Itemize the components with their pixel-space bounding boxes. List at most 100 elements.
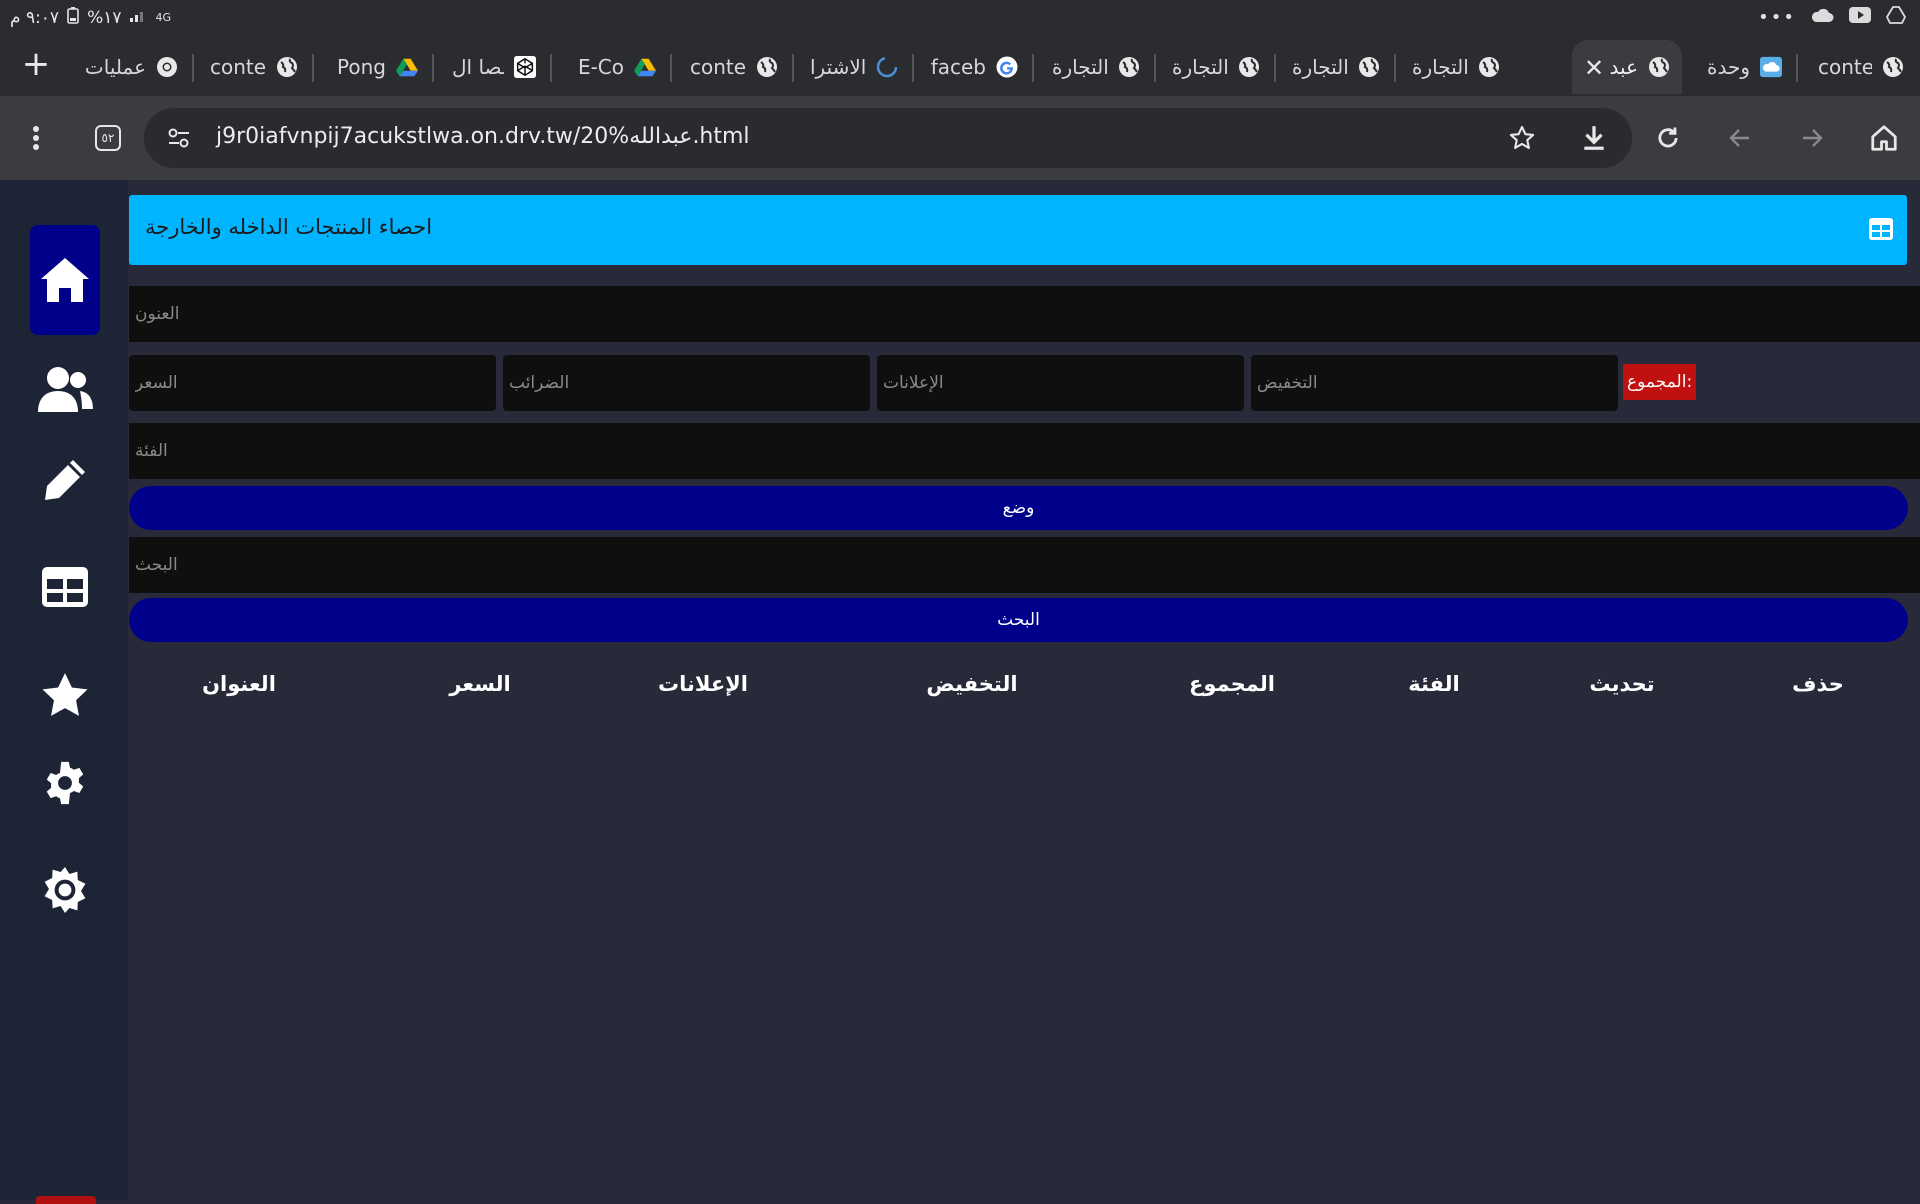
tab-separator: [1796, 54, 1798, 82]
taxes-field[interactable]: [503, 355, 870, 411]
sun-icon: [44, 867, 86, 913]
cloud-icon: [1810, 7, 1834, 28]
ads-input[interactable]: [877, 355, 1244, 411]
new-tab-button[interactable]: +: [18, 46, 54, 82]
search-button[interactable]: البحث: [129, 598, 1908, 642]
tab-item[interactable]: conte: [678, 40, 790, 94]
tab-label: التجارة: [1412, 55, 1468, 79]
tab-item[interactable]: التجارة: [1040, 40, 1152, 94]
close-tab-icon[interactable]: ✕: [1584, 54, 1604, 82]
tab-separator: [912, 54, 914, 82]
sidebar-item-home[interactable]: [30, 225, 100, 335]
tab-item[interactable]: عمليات: [72, 40, 190, 94]
search-input[interactable]: [129, 537, 1920, 593]
tab-label: conte: [690, 55, 746, 79]
home-button[interactable]: [1860, 114, 1908, 162]
title-field[interactable]: [129, 286, 1920, 342]
site-settings-icon[interactable]: [164, 123, 194, 157]
sidebar: [0, 180, 128, 1204]
tab-count: ٥٢: [95, 125, 121, 151]
google-icon: [996, 56, 1018, 78]
tab-label: conte: [210, 55, 266, 79]
status-time: ٩:٠٧ م: [10, 7, 60, 28]
th-ads: الإعلانات: [658, 672, 748, 696]
chrome-icon: [156, 56, 178, 78]
reload-button[interactable]: [1644, 114, 1692, 162]
reload-icon: [1658, 127, 1678, 148]
tab-label: E-Co: [577, 55, 624, 79]
url-text[interactable]: j9r0iafvnpij7acukstlwa.on.drv.tw/20%عبدا…: [216, 124, 750, 149]
menu-button[interactable]: [12, 114, 60, 162]
create-button[interactable]: وضع: [129, 486, 1908, 530]
tab-item[interactable]: Pong: [318, 40, 430, 94]
forward-button[interactable]: [1788, 114, 1836, 162]
tab-label: وحدة: [1707, 55, 1750, 79]
tab-label: عبد: [1609, 55, 1638, 79]
tab-item[interactable]: faceb: [918, 40, 1030, 94]
sidebar-item-table[interactable]: [30, 552, 100, 622]
sidebar-item-favorites[interactable]: [30, 660, 100, 730]
tab-item[interactable]: التجارة: [1400, 40, 1512, 94]
tab-item[interactable]: E-Co: [556, 40, 668, 94]
tab-item[interactable]: conte: [1806, 40, 1916, 94]
drive-icon: [1885, 6, 1907, 29]
tab-item[interactable]: عصا ال: [440, 40, 548, 94]
th-total: المجموع: [1189, 672, 1275, 696]
search-field[interactable]: [129, 537, 1920, 593]
tab-label: التجارة: [1172, 55, 1228, 79]
status-bar: ٩:٠٧ م %١٧ 4G •••: [0, 0, 1920, 36]
tab-separator: [312, 54, 314, 82]
discount-field[interactable]: [1251, 355, 1618, 411]
globe-icon: [1238, 56, 1260, 78]
tab-label: conte: [1818, 55, 1872, 79]
download-icon[interactable]: [1578, 122, 1610, 154]
tab-separator: [432, 54, 434, 82]
category-input[interactable]: [129, 423, 1920, 479]
table-icon: [1869, 218, 1893, 244]
tab-label: التجارة: [1052, 55, 1108, 79]
tab-separator: [792, 54, 794, 82]
network-type: 4G: [155, 11, 172, 24]
sidebar-item-edit[interactable]: [30, 445, 100, 515]
tab-item[interactable]: conte: [198, 40, 310, 94]
sidebar-item-theme[interactable]: [30, 855, 100, 925]
spinner-icon: [876, 56, 898, 78]
price-field[interactable]: [129, 355, 496, 411]
codepen-icon: [514, 56, 536, 78]
tab-item[interactable]: وحدة: [1688, 40, 1794, 94]
tab-switcher-button[interactable]: ٥٢: [84, 114, 132, 162]
discount-input[interactable]: [1251, 355, 1618, 411]
arrow-right-icon: [1803, 129, 1823, 147]
bookmark-star-icon[interactable]: [1506, 122, 1538, 154]
status-right: •••: [1758, 6, 1907, 29]
tab-item[interactable]: عبد ✕: [1572, 40, 1682, 94]
signal-icon: [129, 7, 147, 28]
sidebar-item-settings[interactable]: [30, 748, 100, 818]
globe-icon: [1118, 56, 1140, 78]
drive-icon: [634, 56, 656, 78]
ads-field[interactable]: [877, 355, 1244, 411]
tab-separator: [550, 54, 552, 82]
battery-percent: %١٧: [87, 7, 122, 28]
tab-separator: [1032, 54, 1034, 82]
pencil-icon: [45, 460, 85, 500]
tab-item[interactable]: الاشترا: [798, 40, 910, 94]
title-input[interactable]: [129, 286, 1920, 342]
tab-item[interactable]: التجارة: [1160, 40, 1272, 94]
th-category: الفئة: [1408, 672, 1460, 696]
cloud-icon: [1760, 56, 1782, 78]
th-delete: حذف: [1792, 672, 1844, 696]
tab-item[interactable]: التجارة: [1280, 40, 1392, 94]
table-header: العنوان السعر الإعلانات التخفيض المجموع …: [129, 666, 1907, 706]
more-dots-icon: •••: [1758, 7, 1796, 28]
price-input[interactable]: [129, 355, 496, 411]
tab-label: Pong: [337, 55, 386, 79]
globe-icon: [1358, 56, 1380, 78]
address-bar[interactable]: j9r0iafvnpij7acukstlwa.on.drv.tw/20%عبدا…: [144, 108, 1632, 168]
back-button[interactable]: [1716, 114, 1764, 162]
page-header: احصاء المنتجات الداخله والخارجة: [129, 195, 1907, 265]
kebab-menu-icon: [33, 126, 39, 150]
category-field[interactable]: [129, 423, 1920, 479]
sidebar-item-users[interactable]: [30, 355, 100, 425]
taxes-input[interactable]: [503, 355, 870, 411]
